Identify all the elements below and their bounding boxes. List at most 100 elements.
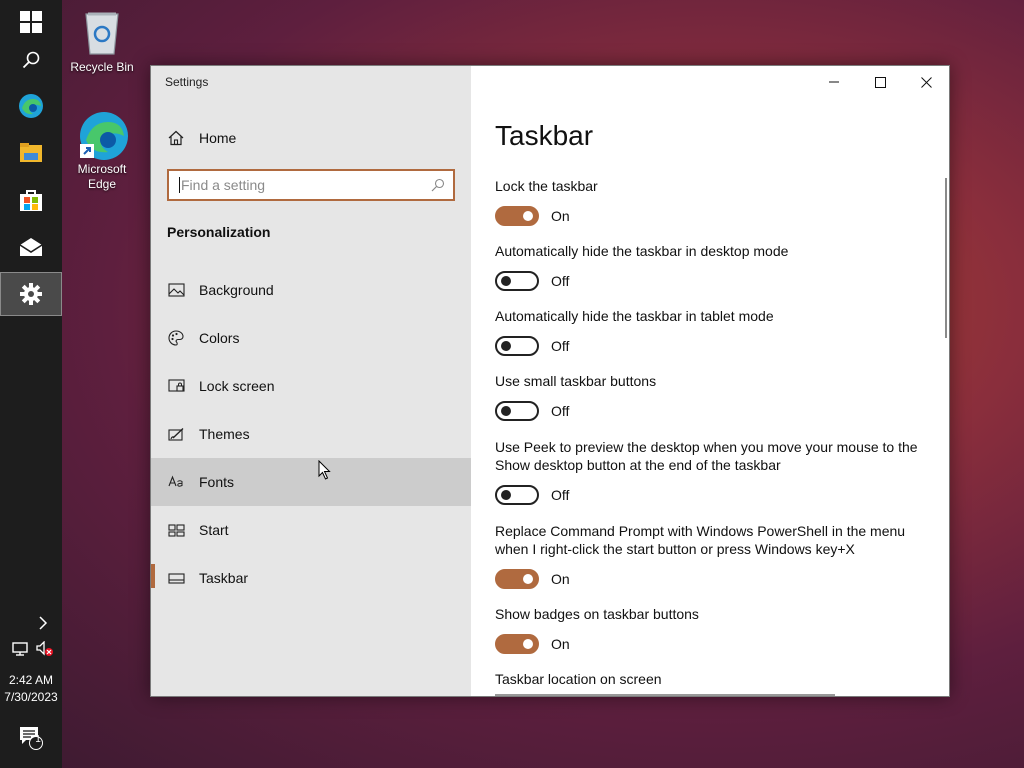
- setting-label: Show badges on taskbar buttons: [495, 606, 699, 622]
- nav-item-start[interactable]: Start: [151, 506, 471, 554]
- section-heading: Personalization: [167, 224, 271, 240]
- settings-nav-pane: Settings Home Personalization Background: [151, 66, 471, 696]
- minimize-button[interactable]: [811, 66, 857, 98]
- recycle-bin-label: Recycle Bin: [70, 60, 134, 74]
- chevron-right-icon[interactable]: [38, 616, 48, 635]
- mail-button[interactable]: [0, 225, 62, 269]
- file-explorer-icon: [20, 143, 42, 162]
- toggle-state: Off: [551, 338, 570, 354]
- setting-label: Use small taskbar buttons: [495, 373, 657, 389]
- nav-item-label: Colors: [199, 330, 240, 346]
- toggle-state: Off: [551, 273, 570, 289]
- system-tray: [0, 612, 62, 662]
- notification-badge: 1: [35, 734, 41, 745]
- minimize-icon: [829, 81, 839, 83]
- setting-label: Automatically hide the taskbar in deskto…: [495, 243, 789, 259]
- nav-item-label: Taskbar: [199, 570, 249, 586]
- nav-item-themes[interactable]: Themes: [151, 410, 471, 458]
- badges-toggle[interactable]: [495, 634, 539, 654]
- setting-label: Replace Command Prompt with Windows Powe…: [495, 523, 906, 557]
- search-box[interactable]: [167, 169, 455, 201]
- settings-window: Settings Home Personalization Background: [150, 65, 950, 697]
- mail-icon: [19, 238, 43, 256]
- nav-item-label: Start: [199, 522, 229, 538]
- nav-item-taskbar[interactable]: Taskbar: [151, 554, 471, 602]
- scrollbar[interactable]: [945, 178, 947, 338]
- nav-item-label: Themes: [199, 426, 250, 442]
- setting-label: Use Peek to preview the desktop when you…: [495, 439, 918, 473]
- edge-shortcut[interactable]: Microsoft Edge: [62, 110, 142, 192]
- search-icon: [22, 51, 40, 69]
- lock-screen-icon: [167, 377, 185, 395]
- setting-powershell: Replace Command Prompt with Windows Powe…: [495, 522, 925, 589]
- action-center-button[interactable]: 1: [0, 716, 62, 760]
- taskbar-location-dropdown[interactable]: [495, 694, 835, 696]
- edge-icon: [80, 112, 128, 160]
- setting-small-buttons: Use small taskbar buttons Off: [495, 372, 925, 421]
- nav-item-fonts[interactable]: Fonts: [151, 458, 471, 506]
- setting-location: Taskbar location on screen: [495, 670, 925, 688]
- edge-icon: [19, 94, 43, 118]
- search-icon[interactable]: [431, 178, 445, 197]
- caption-buttons: [811, 66, 949, 98]
- toggle-state: Off: [551, 403, 570, 419]
- setting-label: Lock the taskbar: [495, 178, 598, 194]
- setting-badges: Show badges on taskbar buttons On: [495, 605, 925, 654]
- window-title: Settings: [165, 75, 209, 89]
- setting-label: Taskbar location on screen: [495, 671, 662, 687]
- mouse-cursor-icon: [318, 459, 332, 485]
- edge-label: Microsoft Edge: [77, 162, 127, 191]
- nav-list: Background Colors Lock screen Themes Fon…: [151, 266, 471, 602]
- taskbar-icon: [167, 569, 185, 587]
- peek-toggle[interactable]: [495, 485, 539, 505]
- setting-autohide-desktop: Automatically hide the taskbar in deskto…: [495, 242, 925, 291]
- search-button[interactable]: [0, 38, 62, 82]
- nav-item-lock-screen[interactable]: Lock screen: [151, 362, 471, 410]
- nav-item-label: Background: [199, 282, 274, 298]
- home-label: Home: [199, 130, 237, 146]
- edge-taskbar-button[interactable]: [0, 84, 62, 128]
- file-explorer-button[interactable]: [0, 130, 62, 174]
- settings-content-pane: Taskbar Lock the taskbar On Automaticall…: [471, 66, 949, 696]
- close-button[interactable]: [903, 66, 949, 98]
- close-icon: [920, 76, 932, 88]
- setting-autohide-tablet: Automatically hide the taskbar in tablet…: [495, 307, 925, 356]
- maximize-icon: [874, 76, 886, 88]
- toggle-state: On: [551, 636, 570, 652]
- volume-muted-icon[interactable]: [36, 640, 54, 662]
- search-input[interactable]: [179, 177, 419, 193]
- start-layout-icon: [167, 521, 185, 539]
- nav-item-background[interactable]: Background: [151, 266, 471, 314]
- nav-item-colors[interactable]: Colors: [151, 314, 471, 362]
- taskbar: 2:42 AM 7/30/2023 1: [0, 0, 62, 768]
- recycle-bin-shortcut[interactable]: Recycle Bin: [62, 8, 142, 75]
- store-button[interactable]: [0, 178, 62, 222]
- network-icon[interactable]: [12, 642, 30, 661]
- setting-peek: Use Peek to preview the desktop when you…: [495, 438, 925, 505]
- toggle-state: Off: [551, 487, 570, 503]
- clock-date: 7/30/2023: [4, 690, 58, 704]
- small-buttons-toggle[interactable]: [495, 401, 539, 421]
- store-icon: [20, 190, 42, 211]
- home-icon: [167, 129, 185, 147]
- setting-label: Automatically hide the taskbar in tablet…: [495, 308, 774, 324]
- setting-lock-taskbar: Lock the taskbar On: [495, 177, 925, 226]
- toggle-state: On: [551, 208, 570, 224]
- lock-taskbar-toggle[interactable]: [495, 206, 539, 226]
- picture-icon: [167, 281, 185, 299]
- palette-icon: [167, 329, 185, 347]
- fonts-icon: [167, 473, 185, 491]
- settings-taskbar-button[interactable]: [0, 272, 62, 316]
- start-icon: [20, 11, 42, 33]
- powershell-toggle[interactable]: [495, 569, 539, 589]
- nav-item-label: Fonts: [199, 474, 235, 490]
- maximize-button[interactable]: [857, 66, 903, 98]
- page-title: Taskbar: [495, 120, 594, 151]
- recycle-bin-icon: [85, 12, 119, 55]
- nav-home[interactable]: Home: [151, 122, 471, 154]
- toggle-state: On: [551, 571, 570, 587]
- autohide-tablet-toggle[interactable]: [495, 336, 539, 356]
- autohide-desktop-toggle[interactable]: [495, 271, 539, 291]
- clock[interactable]: 2:42 AM 7/30/2023: [0, 672, 62, 706]
- clock-time: 2:42 AM: [8, 673, 54, 687]
